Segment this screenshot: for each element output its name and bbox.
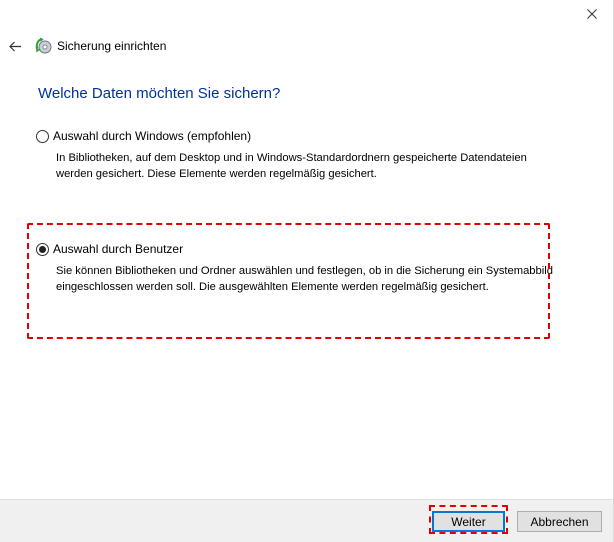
option-label: Auswahl durch Windows (empfohlen): [53, 129, 252, 143]
cancel-button[interactable]: Abbrechen: [517, 511, 602, 532]
next-button[interactable]: Weiter: [432, 511, 505, 532]
option-label: Auswahl durch Benutzer: [53, 242, 184, 256]
header: Sicherung einrichten: [6, 36, 166, 56]
backup-icon: [35, 37, 52, 54]
radio-windows-choice[interactable]: Auswahl durch Windows (empfohlen): [36, 128, 556, 144]
back-arrow-icon: [8, 41, 21, 51]
window-title: Sicherung einrichten: [57, 39, 167, 53]
radio-button-unchecked[interactable]: [36, 129, 49, 143]
footer-bar: Weiter Abbrechen: [0, 499, 613, 542]
backup-setup-window: Sicherung einrichten Welche Daten möchte…: [0, 0, 614, 542]
option-user-choice: Auswahl durch Benutzer Sie können Biblio…: [36, 241, 556, 295]
option-description: In Bibliotheken, auf dem Desktop und in …: [56, 152, 527, 180]
radio-button-checked[interactable]: [36, 242, 49, 256]
radio-user-choice[interactable]: Auswahl durch Benutzer: [36, 241, 556, 257]
option-windows-choice: Auswahl durch Windows (empfohlen) In Bib…: [36, 128, 556, 182]
close-button[interactable]: [577, 2, 607, 26]
option-description: Sie können Bibliotheken und Ordner auswä…: [56, 265, 553, 293]
page-heading: Welche Daten möchten Sie sichern?: [38, 85, 281, 102]
close-icon: [587, 9, 597, 19]
back-button[interactable]: [6, 37, 24, 55]
